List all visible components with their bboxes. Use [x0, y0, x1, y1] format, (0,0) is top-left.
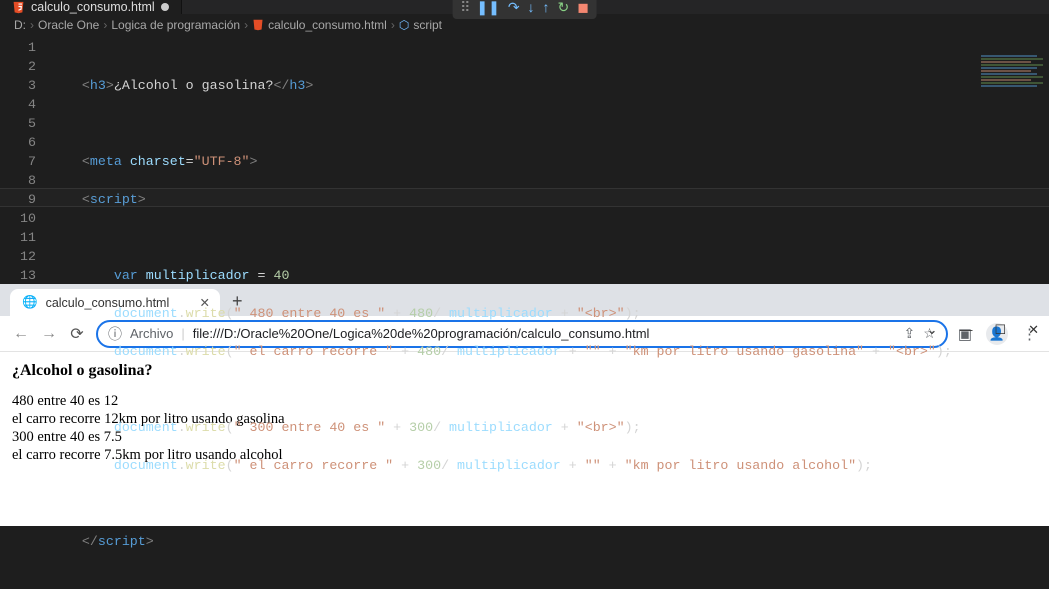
line-number: 8 — [0, 171, 36, 190]
line-number: 4 — [0, 95, 36, 114]
line-number: 10 — [0, 209, 36, 228]
maximize-icon[interactable]: ☐ — [994, 322, 1006, 338]
window-controls: ⌄ ― ☐ ✕ — [927, 322, 1039, 338]
close-window-icon[interactable]: ✕ — [1028, 322, 1039, 338]
step-into-icon[interactable]: ↓ — [528, 0, 535, 15]
step-over-icon[interactable]: ↷ — [508, 0, 520, 16]
chevron-right-icon: › — [103, 18, 107, 32]
breadcrumb-folder[interactable]: Oracle One — [38, 18, 99, 32]
chevron-right-icon: › — [391, 18, 395, 32]
symbol-icon: ⬡ — [399, 18, 409, 32]
breadcrumb-file[interactable]: calculo_consumo.html — [268, 18, 387, 32]
minimize-icon[interactable]: ― — [959, 322, 972, 338]
line-number: 2 — [0, 57, 36, 76]
line-number: 11 — [0, 228, 36, 247]
code-editor-pane: calculo_consumo.html ⠿ ❚❚ ↷ ↓ ↑ ↻ ◼ D: ›… — [0, 0, 1049, 315]
line-number: 5 — [0, 114, 36, 133]
line-number: 3 — [0, 76, 36, 95]
chevron-right-icon: › — [244, 18, 248, 32]
restart-icon[interactable]: ↻ — [558, 0, 570, 16]
line-number: 9 — [0, 190, 36, 209]
editor-tab-active[interactable]: calculo_consumo.html — [0, 0, 182, 14]
line-number: 1 — [0, 38, 36, 57]
stop-icon[interactable]: ◼ — [577, 0, 589, 16]
line-number: 7 — [0, 152, 36, 171]
line-number: 13 — [0, 266, 36, 285]
editor-tabbar: calculo_consumo.html ⠿ ❚❚ ↷ ↓ ↑ ↻ ◼ — [0, 0, 1049, 14]
breadcrumb-folder[interactable]: Logica de programación — [111, 18, 240, 32]
chevron-right-icon: › — [30, 18, 34, 32]
step-out-icon[interactable]: ↑ — [543, 0, 550, 15]
breadcrumb-symbol[interactable]: script — [413, 18, 442, 32]
code-content[interactable]: <h3>¿Alcohol o gasolina?</h3> <meta char… — [50, 36, 1049, 589]
chevron-down-icon[interactable]: ⌄ — [927, 322, 938, 338]
unsaved-dot-icon — [161, 3, 169, 11]
code-area[interactable]: 1 2 3 4 5 6 7 8 9 10 11 12 13 <h3>¿Alcoh… — [0, 36, 1049, 589]
breadcrumb-drive[interactable]: D: — [14, 18, 26, 32]
pause-icon[interactable]: ❚❚ — [476, 0, 499, 16]
minimap[interactable] — [981, 54, 1043, 94]
html5-icon — [12, 1, 25, 14]
drag-grip-icon[interactable]: ⠿ — [460, 0, 468, 16]
line-number: 6 — [0, 133, 36, 152]
html5-icon — [252, 19, 264, 31]
debug-toolbar: ⠿ ❚❚ ↷ ↓ ↑ ↻ ◼ — [452, 0, 597, 19]
line-number-gutter: 1 2 3 4 5 6 7 8 9 10 11 12 13 — [0, 36, 50, 589]
line-number: 12 — [0, 247, 36, 266]
editor-tab-filename: calculo_consumo.html — [31, 0, 155, 14]
